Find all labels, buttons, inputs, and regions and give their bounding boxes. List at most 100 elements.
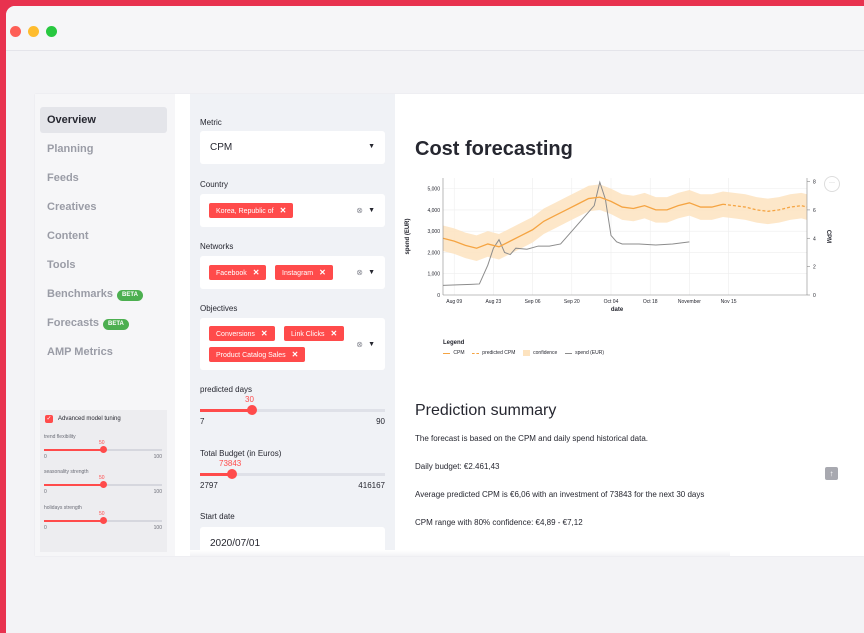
slider-min: 0 xyxy=(44,525,47,531)
networks-multiselect[interactable]: Facebook ✕ Instagram ✕ ⊗ ▼ xyxy=(200,256,385,289)
nav-item-benchmarks[interactable]: Benchmarks BETA xyxy=(40,281,167,307)
legend-swatch-cpm xyxy=(443,352,450,354)
nav-item-label: Creatives xyxy=(47,201,97,213)
slider-min: 7 xyxy=(200,417,205,426)
tag-label: Korea, Republic of xyxy=(216,208,274,215)
slider-value: 50 xyxy=(99,475,105,481)
beta-badge: BETA xyxy=(117,290,143,301)
checkbox-label: Advanced model tuning xyxy=(58,416,121,422)
slider-handle[interactable] xyxy=(100,446,107,453)
slider-value: 50 xyxy=(99,511,105,517)
average-cpm-text: Average predicted CPM is €6,06 with an i… xyxy=(415,490,705,499)
slider-max: 416167 xyxy=(358,481,385,490)
x-tick-label: Oct 18 xyxy=(643,299,658,305)
x-tick-label: Aug 09 xyxy=(446,299,462,305)
metric-select[interactable]: CPM ▼ xyxy=(200,131,385,164)
minimize-window-button[interactable] xyxy=(28,26,39,37)
tag-facebook[interactable]: Facebook ✕ xyxy=(209,265,267,280)
clear-icon[interactable]: ⊗ xyxy=(356,340,363,349)
y-tick-label: 2,000 xyxy=(427,250,440,256)
y-axis-title: spend (EUR) xyxy=(405,218,411,254)
chart-legend: CPM predicted CPM confidence spend (EUR) xyxy=(443,350,604,356)
remove-tag-icon[interactable]: ✕ xyxy=(330,329,337,338)
networks-label: Networks xyxy=(200,242,234,251)
objectives-multiselect[interactable]: Conversions ✕ Link Clicks ✕ Product Catalo… xyxy=(200,318,385,370)
chevron-down-icon: ▼ xyxy=(368,207,375,214)
slider-min: 0 xyxy=(44,454,47,460)
tag-link-clicks[interactable]: Link Clicks ✕ xyxy=(284,326,345,341)
start-date-value: 2020/07/01 xyxy=(210,538,261,549)
x-tick-label: Oct 04 xyxy=(604,299,619,305)
slider-value: 73843 xyxy=(219,459,242,468)
beta-badge: BETA xyxy=(102,319,129,330)
slider-max: 100 xyxy=(153,454,162,460)
nav-item-label: Content xyxy=(47,230,89,242)
nav-item-tools[interactable]: Tools xyxy=(40,252,167,278)
nav-item-planning[interactable]: Planning xyxy=(40,136,167,162)
summary-title: Prediction summary xyxy=(415,402,557,419)
nav-item-label: Feeds xyxy=(47,172,79,184)
tag-label: Conversions xyxy=(216,331,255,338)
legend-label: CPM xyxy=(453,350,465,356)
x-tick-label: Sep 20 xyxy=(564,299,580,305)
trend-flexibility-slider[interactable]: 50 0 100 xyxy=(44,440,162,464)
tag-korea[interactable]: Korea, Republic of ✕ xyxy=(209,203,294,218)
country-multiselect[interactable]: Korea, Republic of ✕ ⊗ ▼ xyxy=(200,194,385,227)
slider-handle[interactable] xyxy=(227,469,237,479)
legend-swatch-predicted-cpm xyxy=(471,352,479,354)
x-tick-label: Sep 06 xyxy=(525,299,541,305)
metric-value: CPM xyxy=(210,142,233,153)
slider-fill xyxy=(44,449,103,451)
remove-tag-icon[interactable]: ✕ xyxy=(292,350,299,359)
seasonality-strength-slider[interactable]: 50 0 100 xyxy=(44,475,162,499)
y2-tick-label: 2 xyxy=(813,265,816,271)
remove-tag-icon[interactable]: ✕ xyxy=(253,268,260,277)
x-axis-title: date xyxy=(611,307,624,313)
tag-conversions[interactable]: Conversions ✕ xyxy=(209,326,275,341)
nav-item-amp-metrics[interactable]: AMP Metrics xyxy=(40,339,167,365)
content-fade xyxy=(190,550,730,556)
scroll-to-top-icon[interactable]: ↑ xyxy=(825,467,838,480)
holidays-strength-slider[interactable]: 50 0 100 xyxy=(44,511,162,535)
nav-item-feeds[interactable]: Feeds xyxy=(40,165,167,191)
nav-item-content[interactable]: Content xyxy=(40,223,167,249)
dashboard: Overview Planning Feeds Creatives Conten… xyxy=(35,94,864,556)
nav-item-creatives[interactable]: Creatives xyxy=(40,194,167,220)
remove-tag-icon[interactable]: ✕ xyxy=(319,268,326,277)
slider-fill xyxy=(44,520,103,522)
cpm-range-text: CPM range with 80% confidence: €4,89 - €… xyxy=(415,518,583,527)
confidence-area xyxy=(443,184,807,261)
remove-tag-icon[interactable]: ✕ xyxy=(280,206,287,215)
slider-handle[interactable] xyxy=(100,481,107,488)
nav-item-label: Benchmarks xyxy=(47,288,114,300)
x-tick-label: Aug 23 xyxy=(485,299,501,305)
clear-icon[interactable]: ⊗ xyxy=(356,268,363,277)
slider-handle[interactable] xyxy=(100,517,107,524)
close-window-button[interactable] xyxy=(10,26,21,37)
slider-fill xyxy=(44,484,103,486)
slider-handle[interactable] xyxy=(247,405,257,415)
chevron-down-icon: ▼ xyxy=(368,269,375,276)
nav-item-label: Overview xyxy=(47,114,96,126)
legend-label: confidence xyxy=(533,350,558,356)
predicted-days-slider[interactable]: 30 7 90 xyxy=(200,395,385,431)
tag-instagram[interactable]: Instagram ✕ xyxy=(275,265,333,280)
total-budget-label: Total Budget (in Euros) xyxy=(200,449,282,458)
y-tick-label: 0 xyxy=(437,293,440,299)
remove-tag-icon[interactable]: ✕ xyxy=(261,329,268,338)
chevron-down-icon: ▼ xyxy=(368,143,375,150)
advanced-tuning-checkbox[interactable]: ✓ xyxy=(45,415,53,423)
country-label: Country xyxy=(200,180,229,189)
nav-item-label: Planning xyxy=(47,143,94,155)
clear-icon[interactable]: ⊗ xyxy=(356,206,363,215)
y2-tick-label: 0 xyxy=(813,293,816,299)
maximize-window-button[interactable] xyxy=(46,26,57,37)
slider-min: 2797 xyxy=(200,481,218,490)
slider-max: 90 xyxy=(376,417,385,426)
nav-item-overview[interactable]: Overview xyxy=(40,107,167,133)
tag-product-catalog-sales[interactable]: Product Catalog Sales ✕ xyxy=(209,347,306,362)
total-budget-slider[interactable]: 73843 2797 416167 xyxy=(200,459,385,495)
predicted-days-label: predicted days xyxy=(200,385,253,394)
nav-item-forecasts[interactable]: Forecasts BETA xyxy=(40,310,167,336)
y2-axis-title: CPM xyxy=(825,230,831,243)
